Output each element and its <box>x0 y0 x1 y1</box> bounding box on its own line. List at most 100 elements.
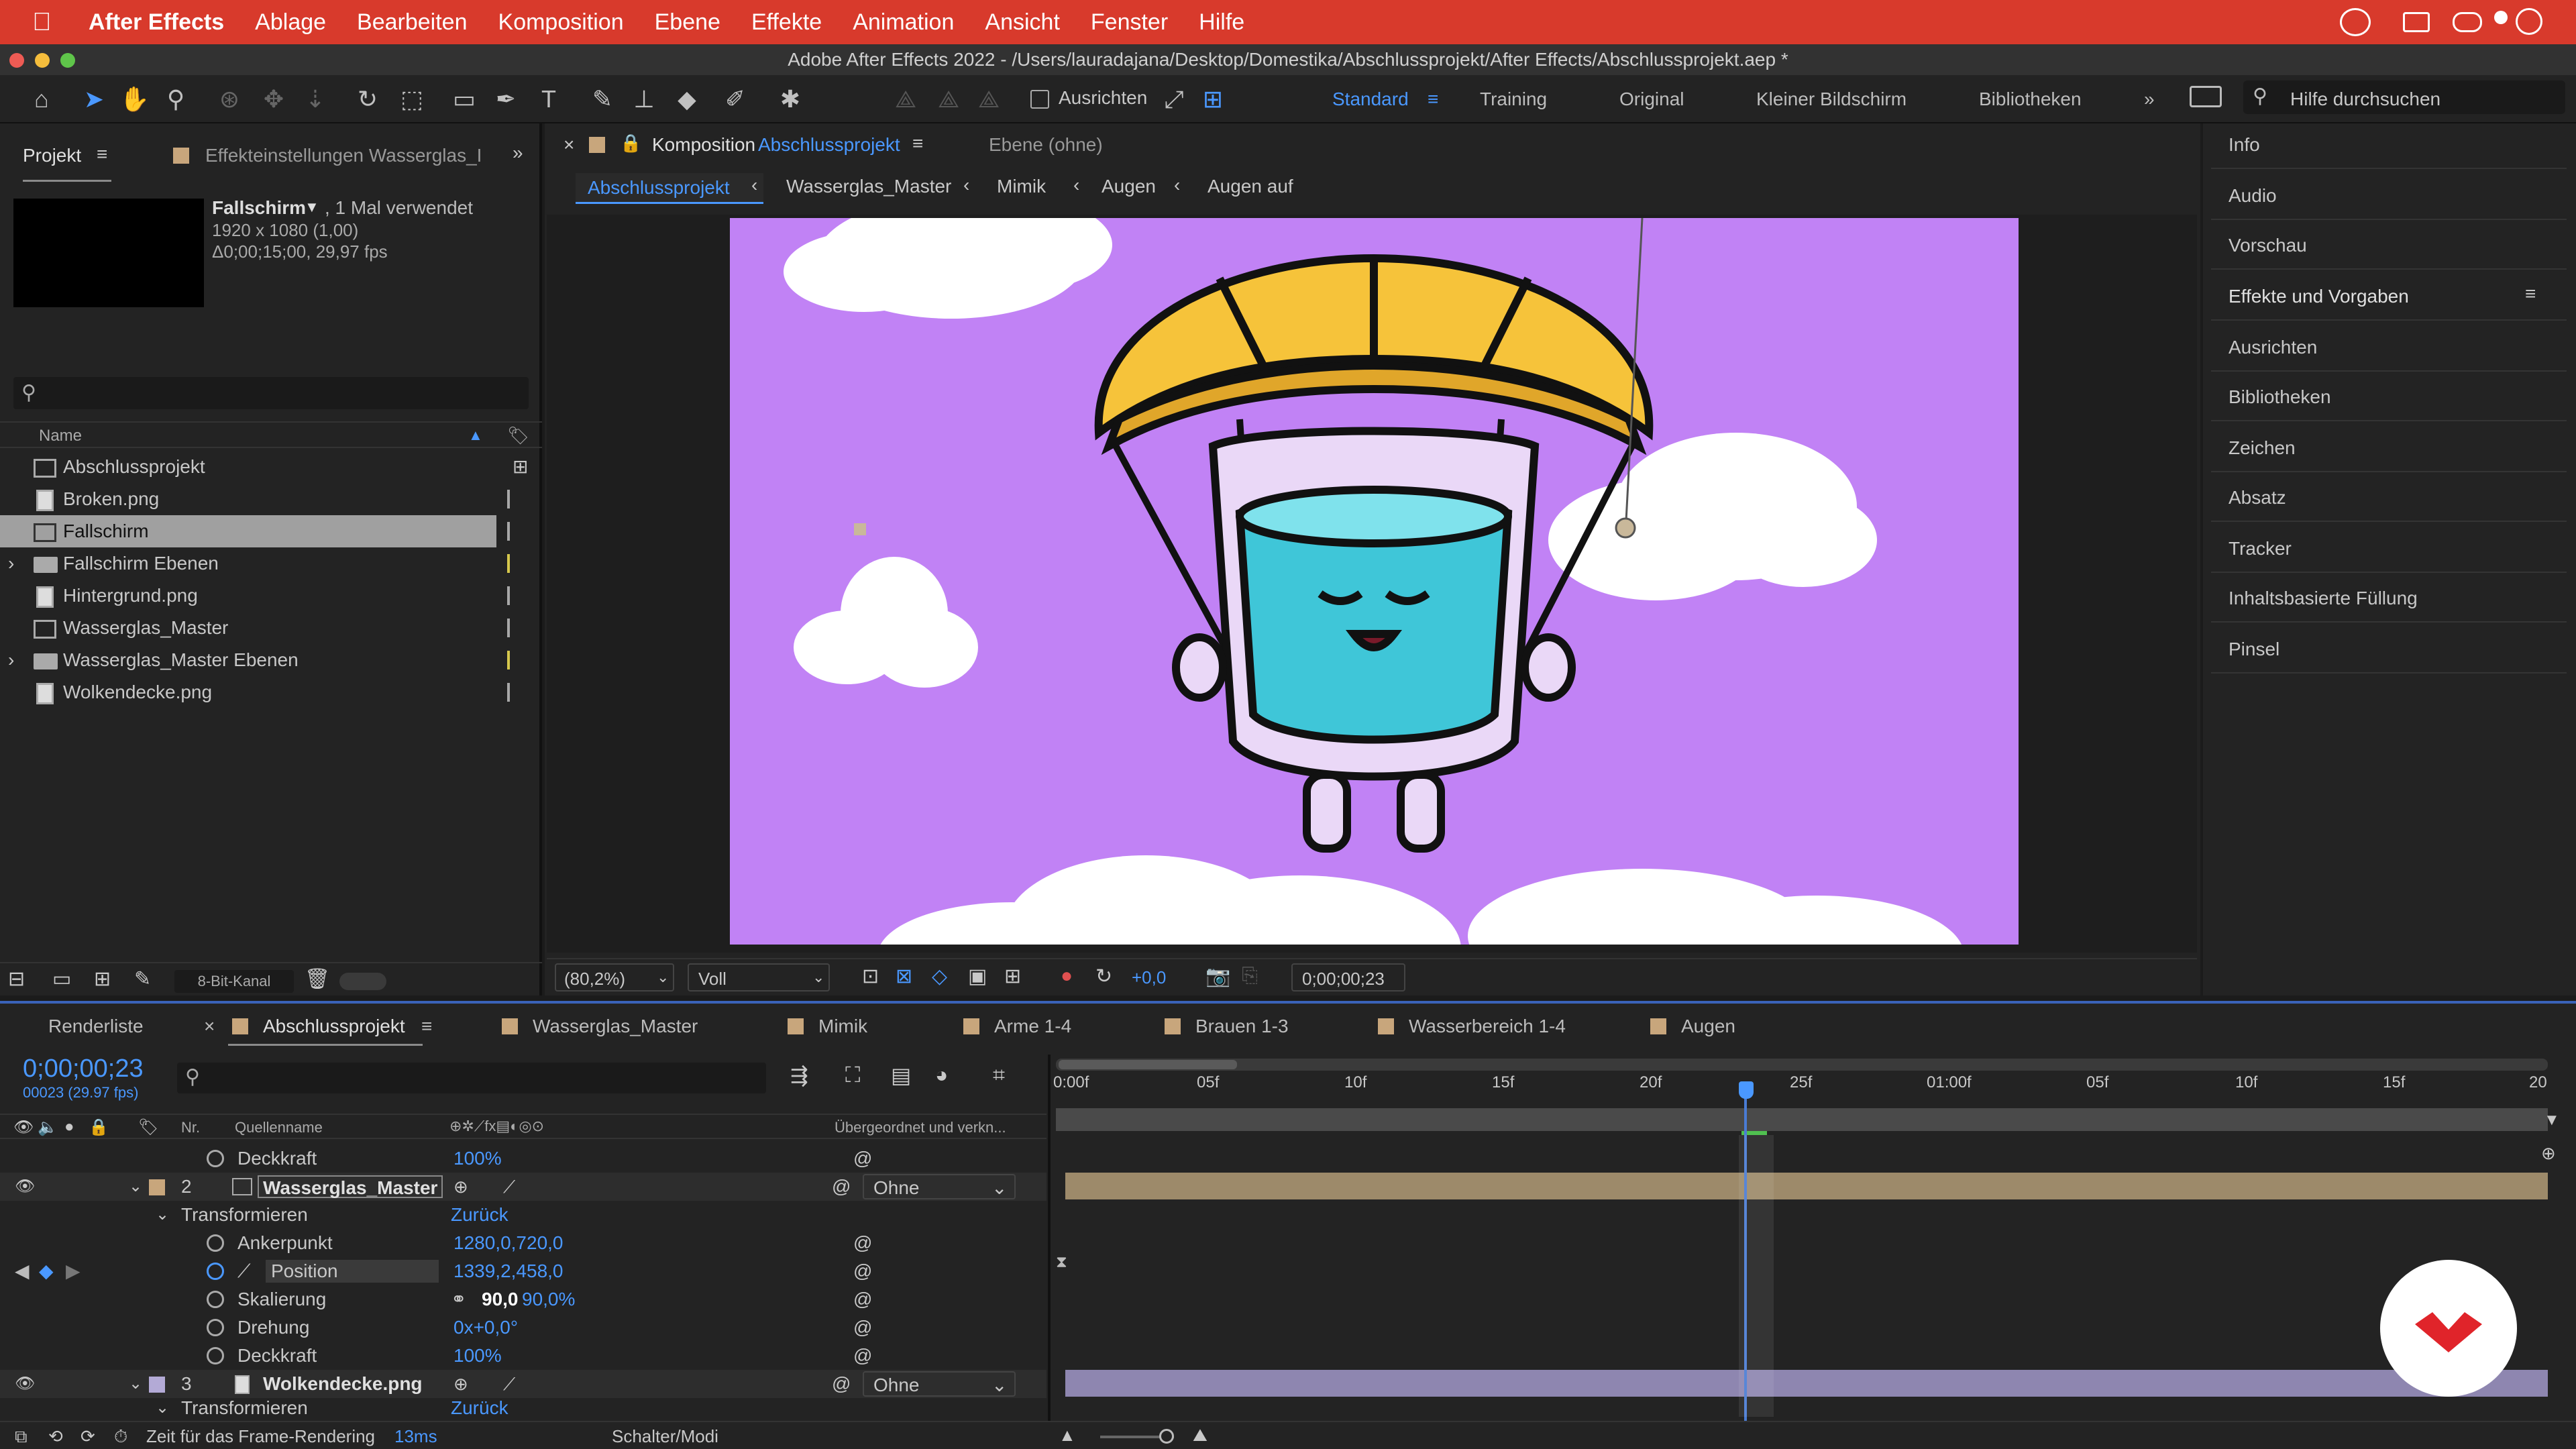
rotation-value[interactable]: 0x+0,0° <box>453 1313 518 1342</box>
display-icon[interactable] <box>2403 12 2430 32</box>
keyframe-marker-icon[interactable]: ⧗ <box>1056 1253 1067 1272</box>
expression-pickwhip-icon[interactable]: @ <box>853 1229 872 1257</box>
orbit-tool-icon[interactable]: ⊛ <box>215 85 244 114</box>
position-keyframe-marker[interactable] <box>854 523 866 535</box>
snap-grid-icon[interactable]: ⊞ <box>1198 85 1228 114</box>
guides-grid-icon[interactable]: ⊞ <box>1004 965 1021 988</box>
navigator-handle[interactable] <box>1059 1060 1237 1069</box>
project-item[interactable]: Broken.png <box>0 483 542 515</box>
project-item-selected[interactable]: Fallschirm <box>0 515 496 547</box>
clock-icon[interactable] <box>2516 8 2542 35</box>
type-tool-icon[interactable]: T <box>534 85 564 114</box>
clone-stamp-tool-icon[interactable]: ⊥ <box>629 85 659 114</box>
interpret-footage-icon[interactable]: ⊟ <box>8 967 25 991</box>
breadcrumb-item[interactable]: Augen <box>1102 176 1156 197</box>
stopwatch-icon[interactable] <box>207 1319 224 1336</box>
panel-overflow-icon[interactable]: » <box>513 142 523 164</box>
panel-effects-presets[interactable]: Effekte und Vorgaben <box>2229 286 2409 307</box>
quality-switch-icon[interactable]: ⟋ <box>503 1173 515 1201</box>
time-ruler[interactable]: 0:00f 05f 10f 15f 20f 25f 01:00f 05f 10f… <box>1053 1073 2549 1100</box>
home-icon[interactable]: ⌂ <box>27 85 56 114</box>
breadcrumb-item[interactable]: Mimik <box>997 176 1046 197</box>
parent-dropdown[interactable]: Ohne ⌄ <box>863 1174 1016 1199</box>
comp-panel-menu-icon[interactable]: ≡ <box>912 133 923 154</box>
item-dropdown-icon[interactable]: ▼ <box>305 199 319 216</box>
menu-effekte[interactable]: Effekte <box>751 9 822 36</box>
selection-tool-icon[interactable]: ➤ <box>79 85 109 114</box>
layer-row[interactable]: 👁 ⌄ 3 Wolkendecke.png ⊕ ⟋ @ Ohne ⌄ <box>0 1370 1046 1398</box>
scale-value-x[interactable]: 90,0 <box>482 1285 519 1313</box>
stopwatch-icon[interactable] <box>207 1347 224 1364</box>
tab-menu-icon[interactable]: ≡ <box>421 1016 432 1037</box>
menu-animation[interactable]: Animation <box>853 9 954 36</box>
stopwatch-icon[interactable] <box>207 1150 224 1167</box>
tab-layer-none[interactable]: Ebene (ohne) <box>989 134 1103 156</box>
panel-libraries[interactable]: Bibliotheken <box>2229 386 2331 408</box>
tab-wasserglas-master[interactable]: Wasserglas_Master <box>502 1016 698 1037</box>
axis-local-icon[interactable]: ⟁ <box>891 85 920 114</box>
menu-komposition[interactable]: Komposition <box>498 9 624 36</box>
tab-effect-controls[interactable]: Effekteinstellungen Wasserglas_I <box>205 145 482 166</box>
label-color-swatch[interactable] <box>507 586 510 605</box>
tab-brauen[interactable]: Brauen 1-3 <box>1165 1016 1289 1037</box>
layer-row[interactable]: 👁 ⌄ 2 Wasserglas_Master ⊕ ⟋ @ Ohne ⌄ <box>0 1173 1046 1201</box>
expression-pickwhip-icon[interactable]: @ <box>853 1257 872 1285</box>
layer-color-swatch[interactable] <box>149 1179 165 1195</box>
menu-ansicht[interactable]: Ansicht <box>985 9 1060 36</box>
bit-depth-button[interactable]: 8-Bit-Kanal <box>174 970 294 993</box>
workspace-menu-icon[interactable]: ≡ <box>1428 89 1438 110</box>
workspace-edit-icon[interactable] <box>2190 86 2222 107</box>
axis-world-icon[interactable]: ⟁ <box>934 85 963 114</box>
work-area-bar[interactable] <box>1056 1108 2548 1131</box>
zoom-in-mountain-icon[interactable]: ⛰ <box>1193 1425 1208 1446</box>
maximize-window-icon[interactable] <box>60 53 75 68</box>
parent-dropdown[interactable]: Ohne ⌄ <box>863 1371 1016 1397</box>
solo-switch-icon[interactable]: ● <box>64 1118 74 1136</box>
expand-chevron-icon[interactable]: › <box>8 547 14 580</box>
parent-pickwhip-icon[interactable]: @ <box>832 1370 851 1398</box>
project-item[interactable]: Wasserglas_Master <box>0 612 542 644</box>
composition-mini-flowchart-icon[interactable]: ⇶ <box>790 1063 808 1088</box>
project-item[interactable]: Hintergrund.png <box>0 580 542 612</box>
anchor-value[interactable]: 1280,0,720,0 <box>453 1229 564 1257</box>
panel-preview[interactable]: Vorschau <box>2229 235 2307 256</box>
menu-ablage[interactable]: Ablage <box>255 9 326 36</box>
collapse-chevron-icon[interactable]: ⌄ <box>129 1173 142 1201</box>
panel-menu-icon[interactable]: ≡ <box>2525 283 2536 305</box>
tab-augen[interactable]: Augen <box>1650 1016 1735 1037</box>
minimize-window-icon[interactable] <box>35 53 50 68</box>
timeline-marker-icon[interactable]: ⊕ <box>2541 1143 2556 1164</box>
video-switch-icon[interactable]: 👁 <box>13 1118 34 1137</box>
axis-view-icon[interactable]: ⟁ <box>974 85 1004 114</box>
parent-pickwhip-icon[interactable]: @ <box>832 1173 851 1201</box>
time-navigator[interactable] <box>1056 1059 2548 1071</box>
dolly-tool-icon[interactable]: ⇣ <box>301 85 330 114</box>
workspace-small-screen[interactable]: Kleiner Bildschirm <box>1756 89 1907 110</box>
lock-icon[interactable]: 🔒 <box>620 133 641 154</box>
column-name-label[interactable]: Name <box>39 427 82 445</box>
layer-name[interactable]: Wasserglas_Master <box>258 1175 443 1198</box>
graph-editor-icon[interactable]: ⌗ <box>993 1063 1005 1088</box>
workspace-standard[interactable]: Standard <box>1332 89 1409 110</box>
comp-end-marker-icon[interactable]: ▼ <box>2544 1111 2560 1130</box>
more-workspaces-icon[interactable]: » <box>2144 89 2155 110</box>
label-color-swatch[interactable] <box>507 522 510 541</box>
transform-group-row[interactable]: ⌄ Transformieren Zurück <box>0 1398 1046 1419</box>
next-keyframe-icon[interactable]: ▶ <box>66 1257 80 1285</box>
transform-reset-link[interactable]: Zurück <box>451 1201 508 1229</box>
apple-icon[interactable]:  <box>32 8 72 37</box>
layer-bar-wasserglas[interactable] <box>1065 1173 2548 1199</box>
panel-tracker[interactable]: Tracker <box>2229 538 2292 559</box>
trash-icon[interactable]: 🗑 <box>305 967 330 991</box>
pan-behind-tool-icon[interactable]: ⬚ <box>397 85 427 114</box>
expression-pickwhip-icon[interactable]: @ <box>853 1342 872 1370</box>
rotate-tool-icon[interactable]: ↻ <box>353 85 382 114</box>
property-label[interactable]: Position <box>266 1260 439 1283</box>
label-color-swatch[interactable] <box>507 651 510 669</box>
stopwatch-active-icon[interactable] <box>207 1263 224 1280</box>
menu-bearbeiten[interactable]: Bearbeiten <box>357 9 467 36</box>
new-composition-icon[interactable]: ⊞ <box>94 967 111 991</box>
breadcrumb-item[interactable]: Augen auf <box>1208 176 1293 197</box>
region-of-interest-icon[interactable]: ▣ <box>968 965 987 988</box>
hand-tool-icon[interactable]: ✋ <box>119 85 150 114</box>
